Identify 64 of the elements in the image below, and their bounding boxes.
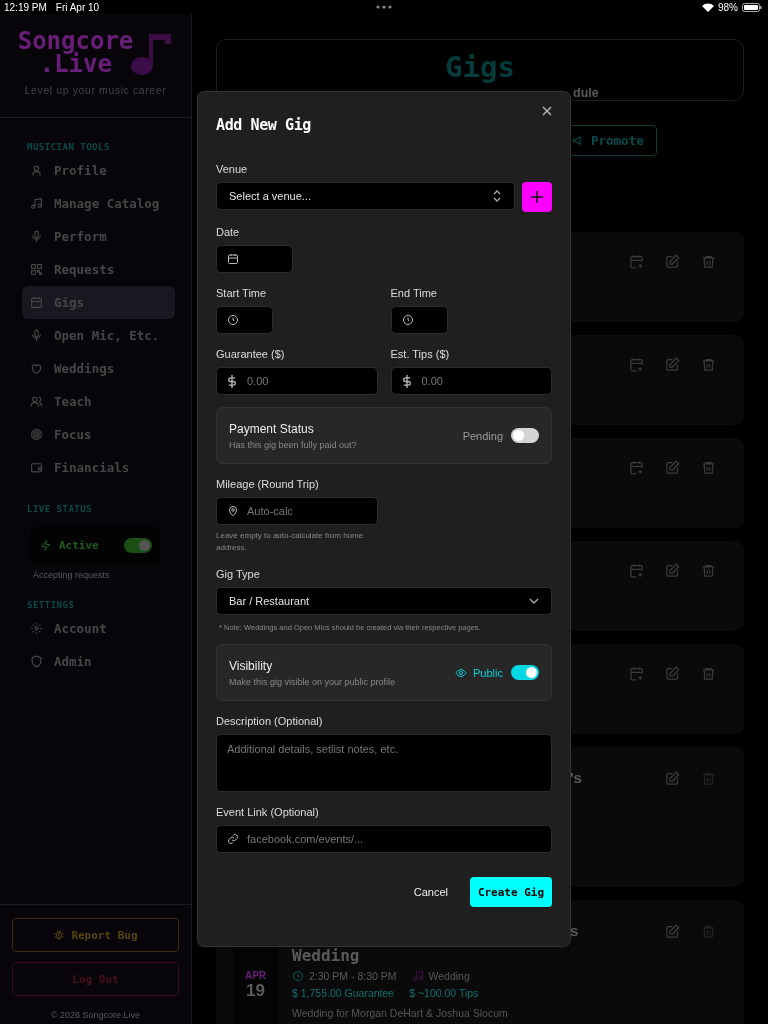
- tagline: Level up your music career: [24, 84, 167, 96]
- status-label: Public: [473, 666, 503, 679]
- nav-item[interactable]: Financials: [22, 451, 175, 484]
- copyright: © 2026 Songcore.Live: [49, 1010, 142, 1020]
- guarantee-input[interactable]: 0.00: [216, 367, 378, 395]
- dialog-title: Add New Gig: [216, 116, 311, 134]
- nav-item[interactable]: Profile: [22, 154, 175, 187]
- field-label: Start Time: [216, 287, 268, 299]
- field-label: Venue: [216, 163, 249, 175]
- page-subtitle: dule: [572, 86, 599, 100]
- field-label: Guarantee ($): [216, 348, 286, 360]
- setting-title: Payment Status: [229, 421, 315, 436]
- nav-item[interactable]: Manage Catalog: [22, 187, 175, 220]
- gig-type: Wedding: [428, 970, 470, 982]
- log-out-button[interactable]: Log Out: [12, 962, 179, 996]
- status-label: Pending: [462, 429, 503, 442]
- cancel-button[interactable]: Cancel: [413, 886, 448, 898]
- gig-time: 2:30 PM - 8:30 PM: [309, 970, 397, 982]
- guarantee-amount: $ 1,755.00 Guarantee: [292, 987, 395, 999]
- nav-item[interactable]: Focus: [22, 418, 175, 451]
- gig-description: Wedding for Morgan DeHart & Joshua Slocum: [292, 1007, 508, 1019]
- mileage-input[interactable]: Auto-calc: [216, 497, 378, 525]
- description-field[interactable]: Additional details, setlist notes, etc.: [216, 734, 552, 792]
- nav-item[interactable]: Weddings: [22, 352, 175, 385]
- status-time: 12:19 PM: [4, 1, 47, 13]
- section-heading: MUSICIAN TOOLS: [26, 142, 111, 152]
- logo-text: Songcore: [17, 30, 134, 53]
- date-day: 19: [246, 981, 265, 1001]
- field-label: Event Link (Optional): [216, 806, 320, 818]
- live-status-label: Active: [59, 538, 100, 552]
- nav-item[interactable]: Account: [22, 612, 175, 645]
- create-gig-button[interactable]: Create Gig: [470, 877, 552, 907]
- field-label: Est. Tips ($): [390, 348, 451, 360]
- help-text: Leave empty to auto-calculate from home address.: [216, 530, 365, 554]
- tips-amount: $ ~100.00 Tips: [409, 987, 479, 999]
- nav-item[interactable]: Admin: [22, 645, 175, 678]
- report-bug-button[interactable]: Report Bug: [12, 918, 179, 952]
- nav-item[interactable]: Requests: [22, 253, 175, 286]
- date-month: APR: [244, 970, 267, 981]
- nav-item[interactable]: Teach: [22, 385, 175, 418]
- event-link-input[interactable]: facebook.com/events/...: [216, 825, 552, 853]
- venue-select[interactable]: Select a venue...: [216, 182, 515, 210]
- live-status-note: Accepting requests: [33, 570, 111, 580]
- nav-item[interactable]: Open Mic, Etc.: [22, 319, 175, 352]
- field-label: Gig Type: [216, 568, 261, 580]
- setting-description: Make this gig visible on your public profile: [229, 676, 397, 687]
- field-label: Mileage (Round Trip): [216, 478, 320, 490]
- nav-item[interactable]: Perform: [22, 220, 175, 253]
- tips-input[interactable]: 0.00: [390, 367, 552, 395]
- logo-text: .Live: [39, 53, 112, 76]
- field-label: Description (Optional): [216, 715, 324, 727]
- section-heading: SETTINGS: [26, 600, 76, 610]
- gig-title: Wedding: [292, 946, 361, 965]
- field-label: Date: [216, 226, 241, 238]
- page-title: Gigs: [445, 50, 515, 84]
- field-label: End Time: [390, 287, 438, 299]
- battery-level: 98%: [718, 1, 738, 13]
- gig-title: 's: [570, 769, 582, 786]
- setting-title: Visibility: [229, 658, 274, 673]
- status-date: Fri Apr 10: [55, 1, 100, 13]
- gig-type-select[interactable]: Bar / Restaurant: [216, 587, 552, 615]
- section-heading: LIVE STATUS: [26, 504, 94, 514]
- setting-description: Has this gig been fully paid out?: [229, 439, 358, 450]
- gig-title: s: [570, 922, 579, 939]
